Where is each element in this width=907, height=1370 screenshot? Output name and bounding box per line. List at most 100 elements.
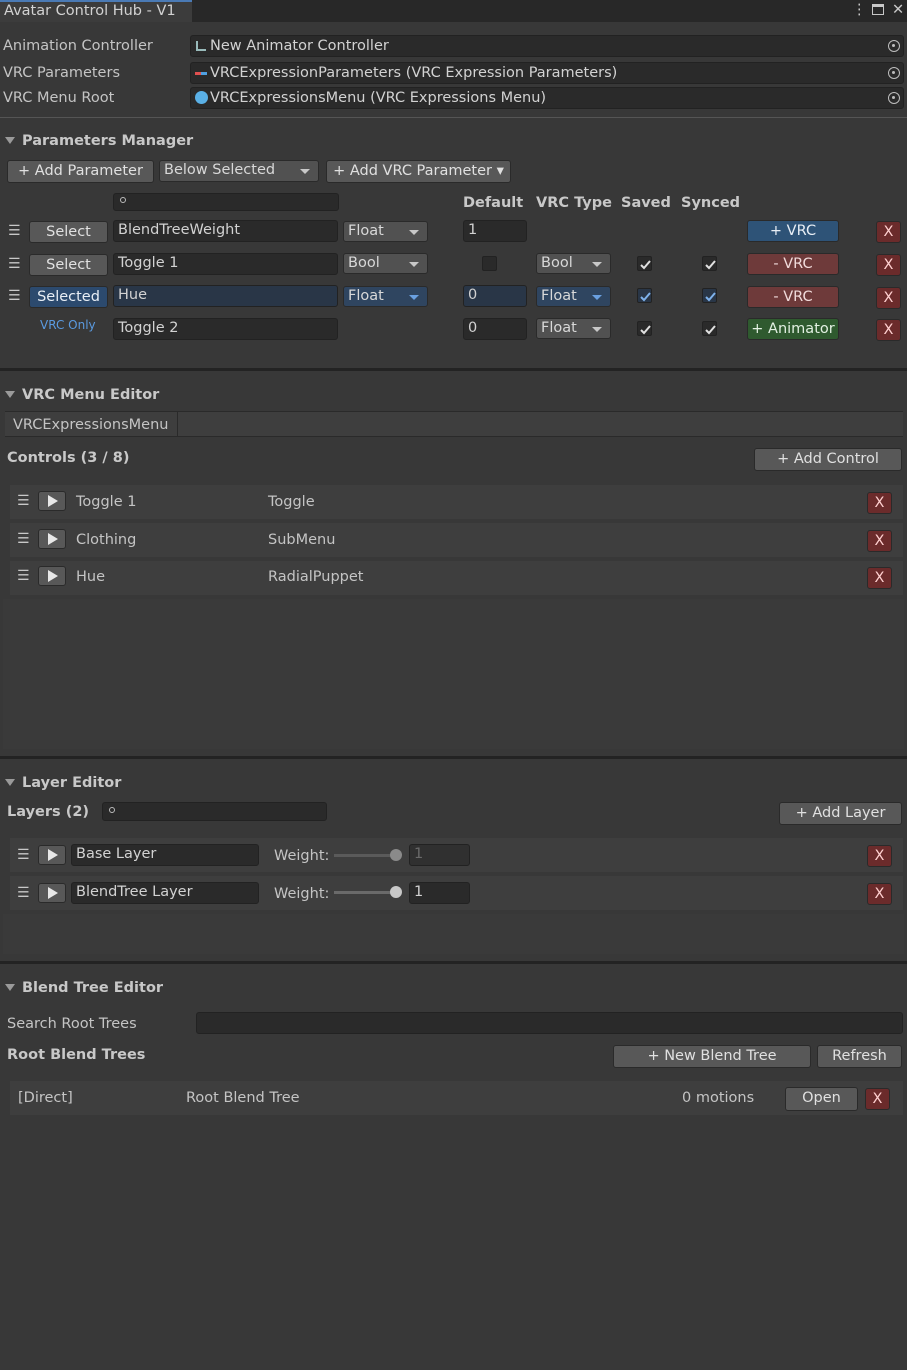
menu-control-row[interactable] <box>10 485 903 519</box>
close-icon[interactable]: ✕ <box>892 1 904 19</box>
param-name-input[interactable]: BlendTreeWeight <box>113 220 338 242</box>
weight-slider-thumb[interactable] <box>390 849 402 861</box>
add-layer-button[interactable]: + Add Layer <box>779 802 902 825</box>
menu-control-row[interactable] <box>10 561 903 595</box>
vrc-type-dropdown[interactable]: Float <box>536 318 611 339</box>
delete-parameter-button[interactable]: X <box>876 319 901 341</box>
param-default-input[interactable]: 1 <box>463 220 527 242</box>
delete-control-button[interactable]: X <box>867 492 892 514</box>
params-section-title[interactable]: Parameters Manager <box>22 132 193 150</box>
blend-section-title[interactable]: Blend Tree Editor <box>22 979 163 997</box>
delete-parameter-button[interactable]: X <box>876 287 901 309</box>
remove-vrc-button[interactable]: - VRC <box>747 253 839 275</box>
delete-control-button[interactable]: X <box>867 567 892 589</box>
foldout-arrow-icon[interactable] <box>5 984 15 991</box>
drag-handle-icon[interactable]: ☰ <box>17 492 30 510</box>
insert-mode-dropdown[interactable]: Below Selected <box>159 160 319 182</box>
param-default-input[interactable]: 0 <box>463 285 527 307</box>
delete-parameter-button[interactable]: X <box>876 254 901 276</box>
anim-controller-value: New Animator Controller <box>210 38 389 54</box>
root-tree-search-input[interactable] <box>196 1012 903 1034</box>
maximize-icon[interactable] <box>872 4 884 15</box>
add-control-button[interactable]: + Add Control <box>754 448 902 471</box>
layers-section-title[interactable]: Layer Editor <box>22 774 121 792</box>
drag-handle-icon[interactable]: ☰ <box>8 287 21 305</box>
add-vrc-parameter-button[interactable]: + Add VRC Parameter ▾ <box>326 160 511 183</box>
anim-controller-field[interactable]: New Animator Controller <box>190 35 904 57</box>
menu-breadcrumb-tab[interactable]: VRCExpressionsMenu <box>6 412 178 437</box>
layer-name-input[interactable]: BlendTree Layer <box>71 882 259 904</box>
synced-checkbox[interactable] <box>702 288 717 303</box>
weight-input[interactable]: 1 <box>409 882 470 904</box>
checkmark-icon <box>640 260 651 270</box>
drag-handle-icon[interactable]: ☰ <box>17 530 30 548</box>
vrc-params-field[interactable]: VRCExpressionParameters (VRC Expression … <box>190 62 904 84</box>
remove-vrc-button[interactable]: - VRC <box>747 286 839 308</box>
layers-count-label: Layers (2) <box>7 804 90 820</box>
layer-name-input[interactable]: Base Layer <box>71 844 259 866</box>
synced-checkbox[interactable] <box>702 321 717 336</box>
search-icon <box>120 197 126 203</box>
add-animator-button[interactable]: + Animator <box>747 318 839 340</box>
object-picker-icon[interactable] <box>888 92 900 104</box>
foldout-arrow-icon[interactable] <box>5 137 15 144</box>
delete-parameter-button[interactable]: X <box>876 221 901 243</box>
vrc-type-dropdown[interactable]: Bool <box>536 253 611 274</box>
vrc-type-dropdown[interactable]: Float <box>536 286 611 307</box>
window-tab[interactable]: Avatar Control Hub - V1 <box>0 0 192 22</box>
add-vrc-button[interactable]: + VRC <box>747 220 839 242</box>
param-search-input[interactable] <box>113 193 339 211</box>
refresh-button[interactable]: Refresh <box>817 1045 902 1068</box>
synced-checkbox[interactable] <box>702 256 717 271</box>
delete-blend-tree-button[interactable]: X <box>865 1088 890 1110</box>
saved-checkbox[interactable] <box>637 321 652 336</box>
expand-arrow-icon[interactable] <box>38 491 66 511</box>
weight-input[interactable]: 1 <box>409 844 470 866</box>
expand-arrow-icon[interactable] <box>38 883 66 903</box>
vrc-menu-field[interactable]: VRCExpressionsMenu (VRC Expressions Menu… <box>190 87 904 109</box>
drag-handle-icon[interactable]: ☰ <box>17 884 30 902</box>
param-name-input[interactable]: Toggle 1 <box>113 253 338 275</box>
blend-tree-name: Root Blend Tree <box>186 1090 300 1106</box>
menu-section-title[interactable]: VRC Menu Editor <box>22 386 159 404</box>
add-parameter-button[interactable]: + Add Parameter <box>7 160 154 183</box>
delete-layer-button[interactable]: X <box>867 883 892 905</box>
drag-handle-icon[interactable]: ☰ <box>8 255 21 273</box>
weight-slider-thumb[interactable] <box>390 886 402 898</box>
delete-layer-button[interactable]: X <box>867 845 892 867</box>
control-name: Toggle 1 <box>76 494 137 510</box>
section-divider <box>0 756 907 759</box>
drag-handle-icon[interactable]: ☰ <box>17 567 30 585</box>
weight-slider-track[interactable] <box>334 891 398 894</box>
weight-slider-track[interactable] <box>334 854 398 857</box>
param-type-dropdown[interactable]: Bool <box>343 253 428 274</box>
selected-button[interactable]: Selected <box>29 286 108 308</box>
select-button[interactable]: Select <box>29 254 108 276</box>
object-picker-icon[interactable] <box>888 40 900 52</box>
new-blend-tree-button[interactable]: + New Blend Tree <box>613 1045 811 1068</box>
foldout-arrow-icon[interactable] <box>5 391 15 398</box>
expand-arrow-icon[interactable] <box>38 845 66 865</box>
saved-checkbox[interactable] <box>637 288 652 303</box>
default-bool-checkbox[interactable] <box>482 256 497 271</box>
expand-arrow-icon[interactable] <box>38 529 66 549</box>
foldout-arrow-icon[interactable] <box>5 779 15 786</box>
open-blend-tree-button[interactable]: Open <box>785 1087 858 1111</box>
menu-control-row[interactable] <box>10 523 903 557</box>
window-menu-icon[interactable]: ⋮ <box>852 1 867 19</box>
param-type-dropdown[interactable]: Float <box>343 286 428 307</box>
blend-tree-row[interactable] <box>10 1081 903 1115</box>
drag-handle-icon[interactable]: ☰ <box>8 222 21 240</box>
param-type-dropdown[interactable]: Float <box>343 221 428 242</box>
param-default-input[interactable]: 0 <box>463 318 527 340</box>
select-button[interactable]: Select <box>29 221 108 243</box>
param-name-input[interactable]: Hue <box>113 285 338 307</box>
param-type-value: Float <box>348 223 384 239</box>
delete-control-button[interactable]: X <box>867 530 892 552</box>
saved-checkbox[interactable] <box>637 256 652 271</box>
param-name-input[interactable]: Toggle 2 <box>113 318 338 340</box>
object-picker-icon[interactable] <box>888 67 900 79</box>
drag-handle-icon[interactable]: ☰ <box>17 846 30 864</box>
layer-search-input[interactable] <box>102 802 327 821</box>
expand-arrow-icon[interactable] <box>38 566 66 586</box>
